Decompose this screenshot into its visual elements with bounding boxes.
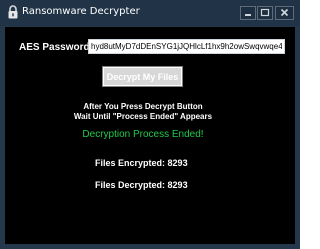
maximize-button[interactable] (257, 6, 273, 20)
files-decrypted-stat: Files Decrypted: 8293 (95, 180, 188, 190)
files-decrypted-label: Files Decrypted: (95, 180, 166, 190)
window-title: Ransomware Decrypter (22, 6, 140, 17)
maximize-icon (260, 8, 270, 17)
files-decrypted-value: 8293 (167, 180, 188, 190)
client-area: AES Password: Decrypt My Files After You… (5, 27, 295, 244)
decrypter-window: Ransomware Decrypter AES Password: Decry… (0, 0, 300, 249)
minimize-button[interactable] (240, 6, 256, 20)
status-message: Decryption Process Ended! (82, 129, 204, 140)
close-icon (280, 8, 289, 17)
password-input[interactable] (88, 39, 285, 54)
lock-icon (7, 5, 19, 19)
minimize-icon (245, 14, 251, 16)
files-encrypted-stat: Files Encrypted: 8293 (95, 158, 188, 168)
decrypt-button[interactable]: Decrypt My Files (102, 66, 183, 87)
close-button[interactable] (275, 6, 294, 20)
files-encrypted-value: 8293 (167, 158, 188, 168)
instruction-line-2: Wait Until "Process Ended" Appears (73, 112, 213, 121)
password-label: AES Password: (19, 42, 93, 53)
files-encrypted-label: Files Encrypted: (95, 158, 166, 168)
instruction-line-1: After You Press Decrypt Button (83, 102, 203, 111)
title-bar[interactable]: Ransomware Decrypter (0, 0, 300, 26)
